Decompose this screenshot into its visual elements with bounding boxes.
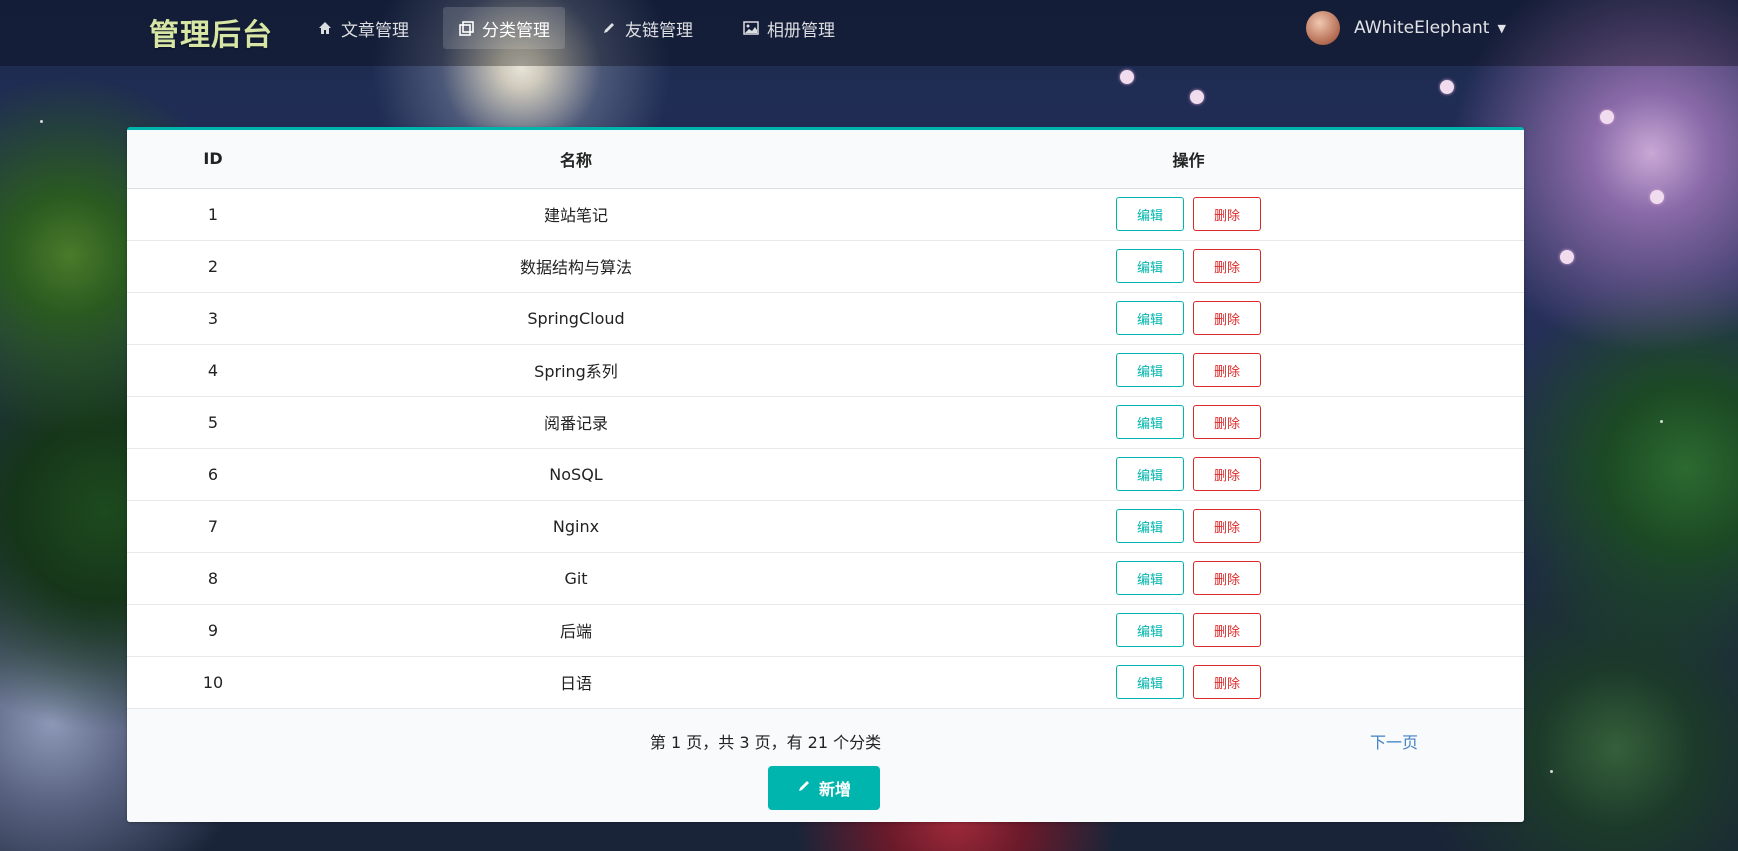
cell-ops: 编辑 删除 <box>853 344 1524 397</box>
home-icon <box>317 20 333 36</box>
delete-button[interactable]: 删除 <box>1193 457 1261 491</box>
table-row: 1 建站笔记 编辑 删除 <box>127 188 1524 241</box>
table-footer: 第 1 页，共 3 页，有 21 个分类 下一页 新增 <box>127 708 1524 822</box>
cell-ops: 编辑 删除 <box>853 604 1524 657</box>
cell-name: Nginx <box>299 500 853 553</box>
delete-button[interactable]: 删除 <box>1193 353 1261 387</box>
cell-id: 7 <box>127 500 299 553</box>
cell-name: Spring系列 <box>299 344 853 397</box>
edit-button[interactable]: 编辑 <box>1116 249 1184 283</box>
nav-label: 友链管理 <box>625 20 693 41</box>
table-header-row: ID 名称 操作 <box>127 130 1524 189</box>
cell-id: 8 <box>127 552 299 605</box>
column-header-name: 名称 <box>299 130 853 189</box>
cell-name: SpringCloud <box>299 292 853 345</box>
nav-label: 文章管理 <box>341 20 409 41</box>
table-row: 4 Spring系列 编辑 删除 <box>127 344 1524 397</box>
edit-button[interactable]: 编辑 <box>1116 197 1184 231</box>
cell-id: 1 <box>127 188 299 241</box>
cell-name: 日语 <box>299 656 853 709</box>
edit-button[interactable]: 编辑 <box>1116 301 1184 335</box>
edit-button[interactable]: 编辑 <box>1116 405 1184 439</box>
cell-id: 9 <box>127 604 299 657</box>
next-page-link[interactable]: 下一页 <box>1370 729 1418 753</box>
table-row: 7 Nginx 编辑 删除 <box>127 500 1524 553</box>
nav-label: 分类管理 <box>482 20 550 41</box>
edit-button[interactable]: 编辑 <box>1116 613 1184 647</box>
cell-id: 6 <box>127 448 299 501</box>
background-flower <box>1650 190 1664 204</box>
category-panel: ID 名称 操作 1 建站笔记 编辑 删除 2 数据结构与算法 编辑 删除 3 SpringClo… <box>127 127 1524 822</box>
cell-name: 数据结构与算法 <box>299 240 853 293</box>
chevron-down-icon: ▼ <box>1497 21 1506 35</box>
background-sparkle <box>1660 420 1663 423</box>
app-logo[interactable]: 管理后台 <box>149 10 273 54</box>
pencil-icon <box>601 20 617 36</box>
background-flower <box>1120 70 1134 84</box>
background-sparkle <box>40 120 43 123</box>
pencil-icon <box>797 778 811 797</box>
edit-button[interactable]: 编辑 <box>1116 665 1184 699</box>
background-sparkle <box>1550 770 1553 773</box>
nav-item-links[interactable]: 友链管理 <box>586 7 708 49</box>
user-name: AWhiteElephant <box>1354 18 1490 38</box>
user-menu[interactable]: AWhiteElephant ▼ <box>1306 10 1506 46</box>
cell-ops: 编辑 删除 <box>853 240 1524 293</box>
cell-id: 10 <box>127 656 299 709</box>
delete-button[interactable]: 删除 <box>1193 509 1261 543</box>
image-icon <box>743 20 759 36</box>
background-flower <box>1600 110 1614 124</box>
cell-ops: 编辑 删除 <box>853 656 1524 709</box>
edit-button[interactable]: 编辑 <box>1116 509 1184 543</box>
cell-ops: 编辑 删除 <box>853 188 1524 241</box>
cell-id: 4 <box>127 344 299 397</box>
cell-ops: 编辑 删除 <box>853 552 1524 605</box>
delete-button[interactable]: 删除 <box>1193 197 1261 231</box>
cell-id: 2 <box>127 240 299 293</box>
nav-item-articles[interactable]: 文章管理 <box>302 7 424 49</box>
cell-ops: 编辑 删除 <box>853 292 1524 345</box>
add-category-button[interactable]: 新增 <box>768 765 880 810</box>
add-button-label: 新增 <box>818 779 851 799</box>
table-row: 9 后端 编辑 删除 <box>127 604 1524 657</box>
table-row: 3 SpringCloud 编辑 删除 <box>127 292 1524 345</box>
cell-ops: 编辑 删除 <box>853 448 1524 501</box>
cell-name: Git <box>299 552 853 605</box>
nav-item-albums[interactable]: 相册管理 <box>728 7 850 49</box>
cell-ops: 编辑 删除 <box>853 500 1524 553</box>
top-navbar: 管理后台 文章管理 分类管理 友链管理 相册管理 AWhiteElephant … <box>0 0 1738 66</box>
background-flower <box>1560 250 1574 264</box>
delete-button[interactable]: 删除 <box>1193 405 1261 439</box>
background-flower <box>1190 90 1204 104</box>
background-flower <box>1440 80 1454 94</box>
cell-ops: 编辑 删除 <box>853 396 1524 449</box>
cell-name: 阅番记录 <box>299 396 853 449</box>
cell-name: 建站笔记 <box>299 188 853 241</box>
column-header-id: ID <box>127 130 299 189</box>
cell-name: 后端 <box>299 604 853 657</box>
table-row: 6 NoSQL 编辑 删除 <box>127 448 1524 501</box>
edit-button[interactable]: 编辑 <box>1116 353 1184 387</box>
cell-id: 3 <box>127 292 299 345</box>
avatar <box>1306 11 1340 45</box>
edit-button[interactable]: 编辑 <box>1116 561 1184 595</box>
table-row: 8 Git 编辑 删除 <box>127 552 1524 605</box>
delete-button[interactable]: 删除 <box>1193 301 1261 335</box>
nav-item-categories[interactable]: 分类管理 <box>443 7 565 49</box>
table-row: 10 日语 编辑 删除 <box>127 656 1524 709</box>
column-header-ops: 操作 <box>853 130 1524 189</box>
table-row: 2 数据结构与算法 编辑 删除 <box>127 240 1524 293</box>
copy-icon <box>458 20 474 36</box>
delete-button[interactable]: 删除 <box>1193 561 1261 595</box>
delete-button[interactable]: 删除 <box>1193 249 1261 283</box>
pagination-info: 第 1 页，共 3 页，有 21 个分类 <box>649 732 882 752</box>
delete-button[interactable]: 删除 <box>1193 613 1261 647</box>
cell-id: 5 <box>127 396 299 449</box>
delete-button[interactable]: 删除 <box>1193 665 1261 699</box>
category-table: ID 名称 操作 1 建站笔记 编辑 删除 2 数据结构与算法 编辑 删除 3 SpringClo… <box>127 130 1524 709</box>
cell-name: NoSQL <box>299 448 853 501</box>
nav-label: 相册管理 <box>767 20 835 41</box>
table-row: 5 阅番记录 编辑 删除 <box>127 396 1524 449</box>
edit-button[interactable]: 编辑 <box>1116 457 1184 491</box>
